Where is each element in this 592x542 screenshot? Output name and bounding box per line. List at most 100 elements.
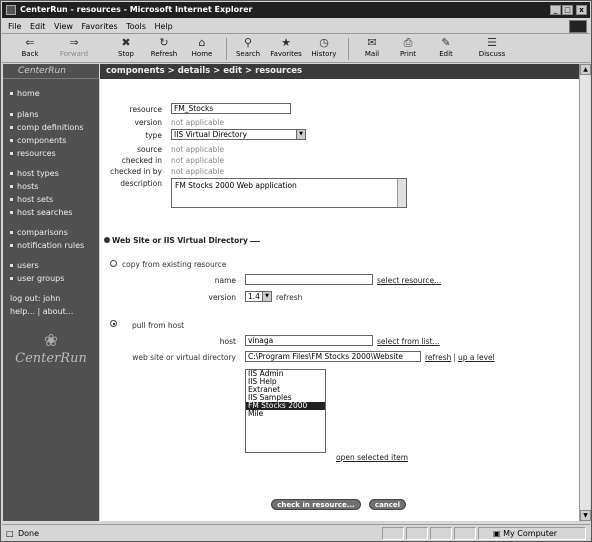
sidebar-item-users[interactable]: users [10,261,39,271]
menu-view[interactable]: View [54,19,73,34]
sidebar: CenterRun home plans comp definitions co… [3,64,99,521]
vdir-path-input[interactable]: C:\Program Files\FM Stocks 2000\Website [245,351,421,362]
sidebar-item-resources[interactable]: resources [10,149,56,159]
windows-logo-icon [569,20,587,33]
pull-from-host-radio[interactable] [110,320,117,327]
favorites-button[interactable]: ★ Favorites [266,36,306,62]
check-in-resource-button[interactable]: check in resource... [271,499,361,510]
name-label: name [214,276,236,285]
chevron-down-icon: ▼ [296,130,305,139]
page-scrollbar[interactable]: ▲ ▼ [579,64,591,521]
sidebar-item-host-sets[interactable]: host sets [10,195,53,205]
bullet-icon [10,152,13,155]
bullet-icon [10,126,13,129]
menu-favorites[interactable]: Favorites [82,19,118,34]
sidebar-brand: CenterRun [3,64,99,79]
name-input[interactable] [245,274,373,285]
print-button[interactable]: ⎙ Print [388,36,428,62]
discuss-icon: ☰ [487,36,497,49]
computer-icon: ▣ [493,529,501,538]
scroll-up-icon[interactable]: ▲ [580,64,591,75]
open-selected-item-link[interactable]: open selected item [336,453,408,462]
type-select[interactable]: IIS Virtual Directory ▼ [171,129,306,140]
bullet-icon [10,198,13,201]
status-cell [430,527,452,540]
directory-listbox[interactable]: IIS Admin IIS Help Extranet IIS Samples … [245,369,326,453]
section-title: Web Site or IIS Virtual Directory [104,236,260,245]
host-label: host [219,337,236,346]
list-item[interactable]: Mile [246,410,325,418]
copy-from-existing-radio[interactable] [110,260,117,267]
forward-button[interactable]: ⇒ Forward [54,36,94,62]
bullet-icon [10,244,13,247]
source-value: not applicable [171,145,225,154]
discuss-button[interactable]: ☰ Discuss [472,36,512,62]
sidebar-item-plans[interactable]: plans [10,110,38,120]
sidebar-item-user-groups[interactable]: user groups [10,274,64,284]
select-from-list-link[interactable]: select from list... [377,337,440,346]
close-button[interactable]: x [576,5,587,15]
cancel-button[interactable]: cancel [369,499,406,510]
sidebar-item-notification-rules[interactable]: notification rules [10,241,84,251]
status-cell [406,527,428,540]
centerrun-logo: ❀ CenterRun [3,331,99,366]
sidebar-item-components[interactable]: components [10,136,66,146]
status-text: Done [18,529,40,538]
back-button[interactable]: ⇐ Back [10,36,50,62]
version-select-label: version [208,293,236,302]
description-textarea[interactable]: FM Stocks 2000 Web application [171,178,407,208]
sidebar-item-comparisons[interactable]: comparisons [10,228,68,238]
type-label: type [145,131,162,140]
sidebar-item-host-searches[interactable]: host searches [10,208,72,218]
centerrun-logo-icon: ❀ [43,331,59,351]
menu-tools[interactable]: Tools [126,19,146,34]
checked-in-label: checked in [121,156,162,165]
favorites-icon: ★ [281,36,291,49]
sidebar-item-hosts[interactable]: hosts [10,182,38,192]
refresh-label[interactable]: refresh [276,293,302,302]
section-bullet-icon [104,237,110,243]
bullet-icon [10,139,13,142]
host-input[interactable]: vinaga [245,335,373,346]
help-about-links[interactable]: help... | about... [10,307,73,317]
home-icon: ⌂ [198,36,206,49]
menu-file[interactable]: File [8,19,21,34]
checked-in-by-label: checked in by [110,167,162,176]
print-icon: ⎙ [403,36,413,49]
title-bar: CenterRun - resources - Microsoft Intern… [2,2,590,18]
sidebar-item-host-types[interactable]: host types [10,169,59,179]
minimize-button[interactable]: _ [550,5,561,15]
maximize-button[interactable]: □ [562,5,573,15]
version-select[interactable]: 1.4 ▼ [245,291,272,302]
status-cell [454,527,476,540]
menu-help[interactable]: Help [154,19,172,34]
refresh-button[interactable]: ↻ Refresh [144,36,184,62]
centerrun-logo-text: CenterRun [15,351,87,366]
sidebar-item-comp-definitions[interactable]: comp definitions [10,123,84,133]
edit-button[interactable]: ✎ Edit [426,36,466,62]
source-label: source [137,145,162,154]
resource-name-input[interactable]: FM_Stocks [171,103,291,114]
vdir-label: web site or virtual directory [132,353,236,362]
home-button[interactable]: ⌂ Home [182,36,222,62]
logout-link[interactable]: log out: john [10,294,60,304]
menu-edit[interactable]: Edit [30,19,46,34]
sidebar-item-home[interactable]: home [10,89,40,99]
mail-button[interactable]: ✉ Mail [352,36,392,62]
select-resource-link[interactable]: select resource... [377,276,441,285]
textarea-scrollbar[interactable] [397,179,406,207]
menu-bar: File Edit View Favorites Tools Help [2,19,590,34]
description-label: description [120,179,162,188]
version-label: version [134,118,162,127]
history-button[interactable]: ◷ History [304,36,344,62]
refresh-link[interactable]: refresh [425,353,451,362]
refresh-icon: ↻ [159,36,169,49]
forward-arrow-icon: ⇒ [69,36,79,49]
toolbar-separator [226,38,227,60]
bullet-icon [10,92,13,95]
up-a-level-link[interactable]: up a level [458,353,495,362]
stop-button[interactable]: ✖ Stop [106,36,146,62]
search-button[interactable]: ⚲ Search [228,36,268,62]
version-value: not applicable [171,118,225,127]
scroll-down-icon[interactable]: ▼ [580,510,591,521]
